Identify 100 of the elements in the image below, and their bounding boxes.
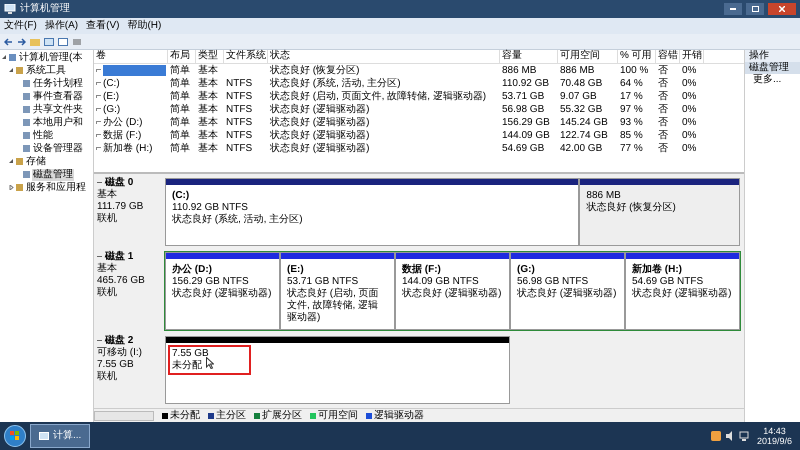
table-cell-text: 886 MB — [559, 64, 596, 77]
collapse-arrow-icon[interactable] — [8, 159, 14, 164]
speaker-icon[interactable] — [724, 431, 735, 441]
tree-item[interactable]: 共享文件夹 — [32, 104, 84, 116]
maximize-button[interactable] — [746, 3, 764, 15]
minimize-button[interactable] — [724, 3, 742, 15]
table-cell-text: 0% — [681, 129, 698, 142]
collapse-arrow-icon[interactable] — [2, 55, 6, 60]
table-cell-text: 93 % — [619, 116, 644, 129]
volume-cell[interactable]: (E:) — [103, 91, 166, 102]
table-cell-text: 54.69 GB — [501, 142, 546, 155]
menu-item[interactable]: 文件(F) — [4, 20, 37, 32]
horizontal-scrollbar[interactable] — [94, 410, 154, 420]
table-cell-text: 0% — [681, 142, 698, 155]
tree-item[interactable]: 事件查看器 — [32, 90, 84, 102]
menu-item[interactable]: 查看(V) — [86, 20, 120, 32]
column-header[interactable]: 状态 — [268, 50, 500, 63]
tree-item[interactable]: 系统工具 — [25, 64, 67, 76]
partition-name: (C:) — [172, 190, 190, 202]
table-cell-text: 状态良好 (逻辑驱动器) — [269, 142, 370, 155]
table-cell-text: 简单 — [169, 103, 191, 116]
column-header[interactable]: 开销 — [680, 50, 704, 63]
partition-size: 7.55 GB — [172, 348, 209, 360]
tree-item[interactable]: 设备管理器 — [32, 142, 84, 154]
tree-node-icon — [23, 80, 30, 87]
column-header[interactable]: 文件系统 — [224, 50, 268, 63]
tree-item[interactable]: 磁盘管理 — [32, 168, 74, 180]
table-cell-text: 基本 — [197, 64, 219, 77]
partition[interactable]: 办公 (D:) 156.29 GB NTFS 状态良好 (逻辑驱动器) — [165, 252, 280, 330]
table-cell-text: 70.48 GB — [559, 77, 604, 90]
partition[interactable]: 新加卷 (H:) 54.69 GB NTFS 状态良好 (逻辑驱动器) — [625, 252, 740, 330]
tree-item[interactable]: 存储 — [25, 156, 47, 168]
volume-cell[interactable]: 办公 (D:) — [103, 117, 166, 128]
tree-item[interactable]: 本地用户和 — [32, 116, 84, 128]
window-icon[interactable] — [44, 38, 54, 46]
table-cell-text: 状态良好 (逻辑驱动器) — [269, 103, 370, 116]
table-cell-text: NTFS — [225, 142, 254, 155]
tree-node-icon — [23, 171, 30, 178]
table-cell-text: 55.32 GB — [559, 103, 604, 116]
volume-cell[interactable] — [103, 65, 166, 76]
column-header[interactable]: % 可用 — [618, 50, 656, 63]
tree-node-icon — [23, 145, 30, 152]
table-cell-text: 否 — [657, 77, 669, 90]
tree-item[interactable]: 任务计划程 — [32, 78, 84, 90]
start-button[interactable] — [4, 425, 26, 447]
tray-app-icon[interactable] — [710, 431, 721, 441]
partition[interactable]: 886 MB 状态良好 (恢复分区) — [579, 178, 740, 246]
volume-cell[interactable]: (G:) — [103, 104, 166, 115]
taskbar-button[interactable]: 计算... — [30, 424, 90, 448]
partition[interactable]: 7.55 GB 未分配 — [165, 336, 510, 404]
column-header[interactable]: 容量 — [500, 50, 558, 63]
volume-cell[interactable]: (C:) — [103, 78, 166, 89]
clock[interactable]: 14:43 2019/9/6 — [752, 426, 796, 446]
list-icon[interactable] — [72, 38, 82, 46]
expand-arrow-icon[interactable] — [8, 185, 14, 190]
table-cell-text: 53.71 GB — [501, 90, 546, 103]
partition-name: 办公 (D:) — [172, 264, 213, 276]
table-cell-text: 42.00 GB — [559, 142, 604, 155]
collapse-arrow-icon[interactable] — [8, 68, 14, 73]
tree-node-icon — [23, 132, 30, 139]
column-header[interactable]: 卷 — [94, 50, 168, 63]
table-cell-text: 0% — [681, 64, 698, 77]
close-icon — [779, 6, 785, 12]
legend-label: 可用空间 — [318, 410, 358, 422]
tree-item[interactable]: 服务和应用程 — [25, 182, 87, 194]
tree-node-icon — [16, 67, 23, 74]
disk-size: 465.76 GB — [97, 275, 146, 286]
actions-section[interactable]: 磁盘管理 — [745, 62, 800, 74]
close-button[interactable] — [768, 3, 796, 15]
table-cell-text: 基本 — [197, 142, 219, 155]
forward-arrow-icon[interactable] — [17, 38, 26, 46]
menu-item[interactable]: 操作(A) — [44, 20, 78, 32]
disk-name: 磁盘 0 — [105, 177, 134, 188]
partition-size: 156.29 GB NTFS — [172, 276, 250, 288]
table-cell-text: 17 % — [619, 90, 644, 103]
partition-size: 54.69 GB NTFS — [632, 276, 704, 288]
column-header[interactable]: 容错 — [656, 50, 680, 63]
tree-item[interactable]: 性能 — [32, 130, 54, 142]
column-header[interactable]: 布局 — [168, 50, 196, 63]
column-header[interactable]: 类型 — [196, 50, 224, 63]
partition[interactable]: (C:) 110.92 GB NTFS 状态良好 (系统, 活动, 主分区) — [165, 178, 580, 246]
partition-status: 状态良好 (启动, 页面文件, 故障转储, 逻辑驱动器) — [287, 288, 380, 324]
table-cell-text: 0% — [681, 77, 698, 90]
volume-cell[interactable]: 数据 (F:) — [103, 130, 166, 141]
back-arrow-icon[interactable] — [4, 38, 13, 46]
table-cell-text: 否 — [657, 64, 669, 77]
column-header[interactable]: 可用空间 — [558, 50, 618, 63]
partition[interactable]: (G:) 56.98 GB NTFS 状态良好 (逻辑驱动器) — [510, 252, 625, 330]
table-cell-text: NTFS — [225, 129, 254, 142]
volume-cell[interactable]: 新加卷 (H:) — [103, 143, 166, 154]
menu-item[interactable]: 帮助(H) — [127, 20, 162, 32]
tree-node-icon — [23, 106, 30, 113]
action-link[interactable]: 更多... — [745, 74, 800, 86]
table-cell-text: 110.92 GB — [501, 77, 550, 90]
partition[interactable]: 数据 (F:) 144.09 GB NTFS 状态良好 (逻辑驱动器) — [395, 252, 510, 330]
table-cell-text: 9.07 GB — [559, 90, 598, 103]
table-cell-text: 简单 — [169, 77, 191, 90]
tree-item[interactable]: 计算机管理(本 — [18, 52, 84, 64]
partition-name: 新加卷 (H:) — [632, 264, 683, 276]
partition[interactable]: (E:) 53.71 GB NTFS 状态良好 (启动, 页面文件, 故障转储, 逻辑驱动器) — [280, 252, 395, 330]
